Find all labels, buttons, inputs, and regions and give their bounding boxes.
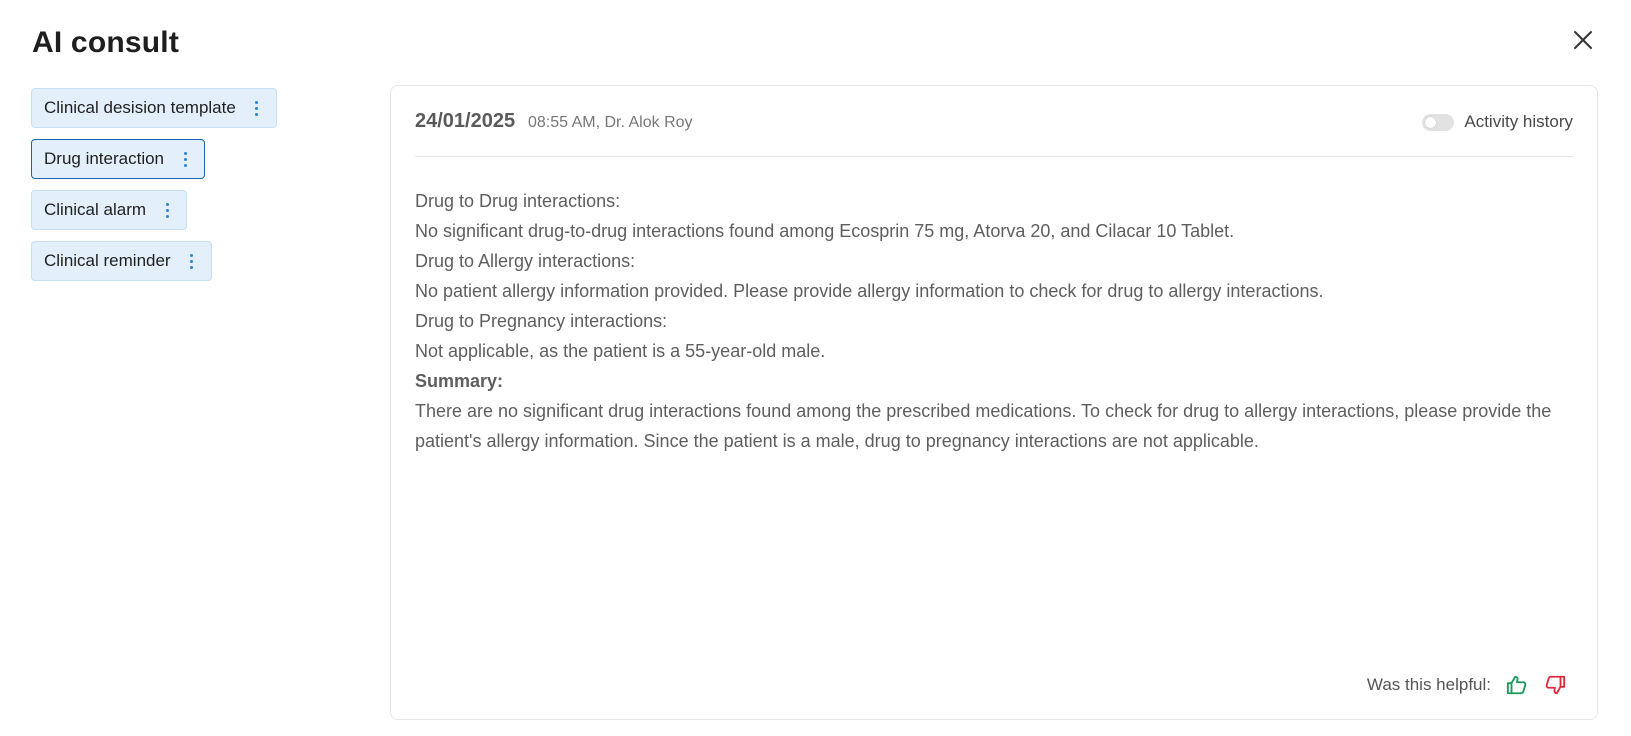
- thumbs-down-icon: [1545, 675, 1566, 695]
- feedback-bar: Was this helpful:: [1367, 673, 1567, 697]
- result-header: 24/01/2025 08:55 AM, Dr. Alok Roy Activi…: [415, 108, 1573, 157]
- sidebar-item-label: Drug interaction: [44, 149, 165, 168]
- kebab-icon[interactable]: [250, 98, 264, 118]
- result-meta: 08:55 AM, Dr. Alok Roy: [528, 114, 693, 131]
- sidebar-item-clinical-decision-template[interactable]: Clinical desision template: [31, 88, 277, 128]
- drug-drug-heading: Drug to Drug interactions:: [415, 191, 621, 211]
- close-button[interactable]: [1570, 27, 1596, 53]
- activity-history-toggle[interactable]: [1422, 113, 1455, 131]
- summary-heading: Summary:: [415, 371, 504, 391]
- summary-text: There are no significant drug interactio…: [415, 401, 1552, 451]
- kebab-icon[interactable]: [178, 149, 192, 169]
- feedback-question: Was this helpful:: [1366, 675, 1491, 694]
- sidebar-item-label: Clinical reminder: [44, 251, 171, 270]
- sidebar-item-label: Clinical alarm: [44, 200, 147, 219]
- result-date: 24/01/2025: [415, 110, 516, 132]
- activity-history-label: Activity history: [1464, 112, 1573, 131]
- sidebar-item-clinical-alarm[interactable]: Clinical alarm: [31, 190, 188, 230]
- sidebar-item-drug-interaction[interactable]: Drug interaction: [31, 139, 206, 179]
- thumbs-down-button[interactable]: [1543, 673, 1567, 697]
- page-title: AI consult: [32, 26, 180, 59]
- drug-allergy-text: No patient allergy information provided.…: [415, 281, 1324, 301]
- kebab-icon[interactable]: [160, 200, 174, 220]
- consult-type-list: Clinical desision template Drug interact…: [31, 88, 361, 292]
- result-content: Drug to Drug interactions: No significan…: [415, 186, 1565, 456]
- drug-allergy-heading: Drug to Allergy interactions:: [415, 251, 636, 271]
- drug-pregnancy-text: Not applicable, as the patient is a 55-y…: [415, 341, 826, 361]
- sidebar-item-clinical-reminder[interactable]: Clinical reminder: [31, 241, 212, 281]
- sidebar-item-label: Clinical desision template: [44, 98, 236, 117]
- toggle-knob: [1425, 116, 1437, 128]
- thumbs-up-button[interactable]: [1505, 673, 1529, 697]
- consult-result-panel: 24/01/2025 08:55 AM, Dr. Alok Roy Activi…: [390, 85, 1598, 720]
- drug-drug-text: No significant drug-to-drug interactions…: [415, 221, 1235, 241]
- activity-history-toggle-group: Activity history: [1422, 112, 1573, 132]
- ai-consult-dialog: AI consult Clinical desision template Dr…: [0, 0, 1631, 736]
- kebab-icon[interactable]: [185, 251, 199, 271]
- thumbs-up-icon: [1506, 675, 1527, 695]
- close-icon: [1574, 31, 1592, 49]
- drug-pregnancy-heading: Drug to Pregnancy interactions:: [415, 311, 668, 331]
